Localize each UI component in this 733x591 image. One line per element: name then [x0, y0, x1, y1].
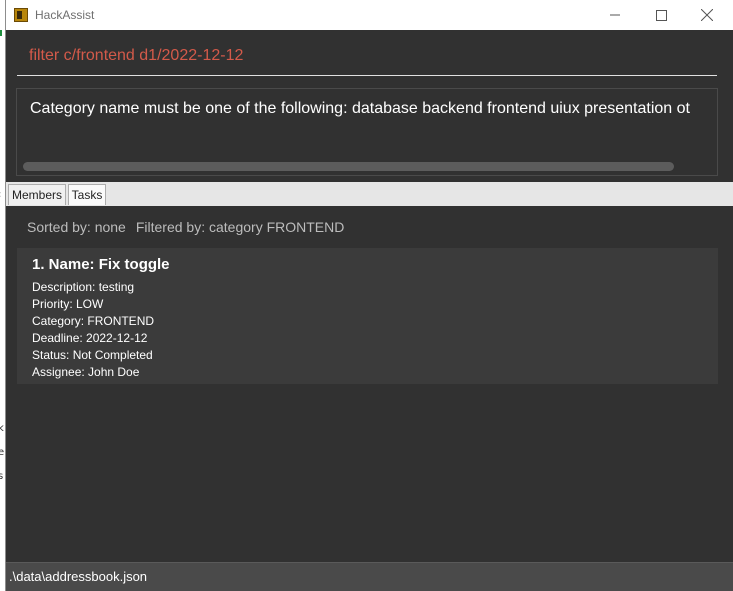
- task-description: Description: testing: [32, 280, 135, 294]
- minimize-button[interactable]: [592, 0, 638, 30]
- task-list-panel: Sorted by: none Filtered by: category FRO…: [6, 206, 733, 561]
- result-message: Category name must be one of the followi…: [30, 100, 690, 117]
- task-card[interactable]: 1. Name: Fix toggle Description: testing…: [17, 248, 718, 384]
- tab-tasks[interactable]: Tasks: [68, 184, 106, 205]
- command-box: filter c/frontend d1/2022-12-12: [6, 30, 733, 82]
- background-fragment: k: [0, 423, 4, 434]
- minimize-icon: [610, 14, 620, 16]
- background-fragment: :: [0, 190, 1, 200]
- task-category: Category: FRONTEND: [32, 314, 155, 328]
- sorted-by-label: Sorted by: none: [27, 219, 126, 235]
- background-accent: [0, 30, 2, 36]
- close-icon: [701, 9, 713, 21]
- command-input[interactable]: filter c/frontend d1/2022-12-12: [17, 43, 717, 76]
- app-icon: [14, 8, 28, 22]
- maximize-button[interactable]: [638, 0, 684, 30]
- window-title: HackAssist: [35, 8, 95, 22]
- task-name: 1. Name: Fix toggle: [32, 256, 170, 273]
- task-priority: Priority: LOW: [32, 297, 104, 311]
- desktop: : k e s HackAssist: [0, 0, 733, 591]
- result-display[interactable]: Category name must be one of the followi…: [16, 88, 718, 176]
- task-status: Status: Not Completed: [32, 348, 153, 362]
- status-bar: .\data\addressbook.json: [6, 562, 733, 591]
- close-button[interactable]: [684, 0, 730, 30]
- tab-bar: Members Tasks: [6, 182, 733, 206]
- tab-members[interactable]: Members: [8, 184, 66, 205]
- title-bar[interactable]: HackAssist: [6, 0, 733, 30]
- task-deadline: Deadline: 2022-12-12: [32, 331, 148, 345]
- data-file-path: .\data\addressbook.json: [9, 569, 148, 584]
- maximize-icon: [655, 9, 667, 21]
- app-window: HackAssist filter c/frontend d1/2022-12-…: [6, 0, 733, 591]
- task-assignee: Assignee: John Doe: [32, 365, 140, 379]
- list-status: Sorted by: none Filtered by: category FRO…: [27, 219, 344, 235]
- background-fragment: e: [0, 447, 5, 458]
- filtered-by-label: Filtered by: category FRONTEND: [135, 219, 345, 235]
- horizontal-scrollbar[interactable]: [23, 162, 674, 171]
- background-fragment: s: [0, 471, 4, 482]
